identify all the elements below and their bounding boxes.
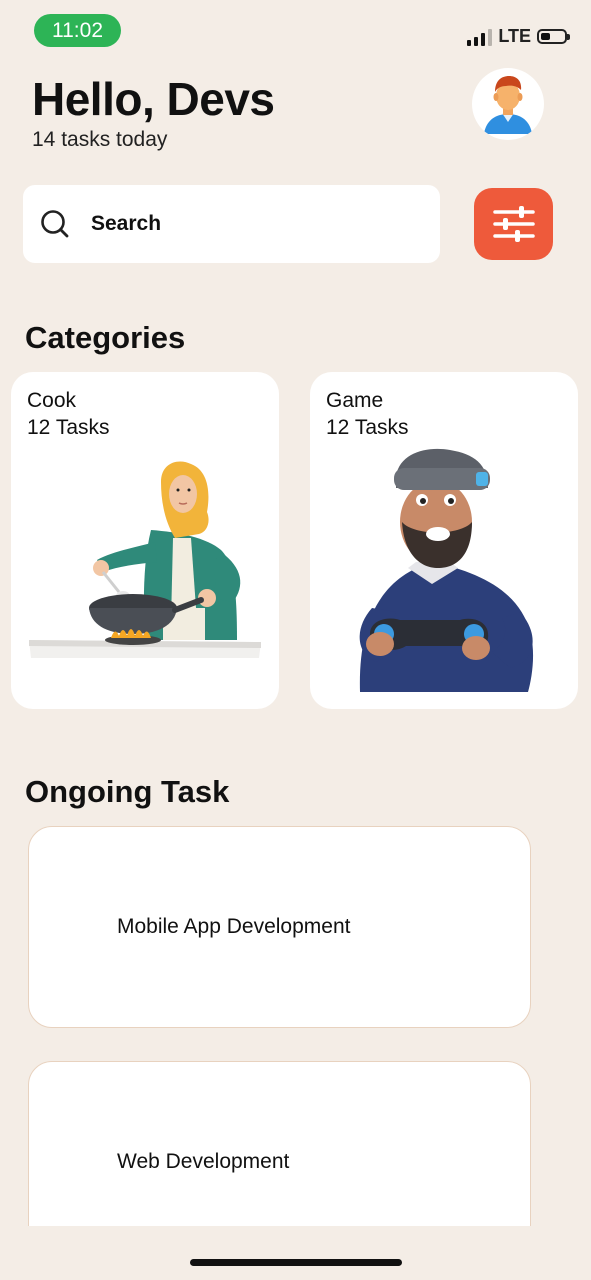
home-indicator[interactable] [190,1259,402,1266]
sliders-icon [492,206,535,242]
avatar[interactable] [472,68,544,140]
category-card-cook[interactable]: Cook 12 Tasks [11,372,279,709]
page-title: Hello, Devs [32,73,275,125]
ongoing-task-heading: Ongoing Task [25,774,230,809]
task-label: Web Development [117,1150,290,1173]
user-avatar-icon [484,76,532,134]
filter-button[interactable] [474,188,553,260]
status-time: 11:02 [34,14,121,47]
tasks-today-count: 14 tasks today [32,128,168,151]
task-card[interactable]: Mobile App Development [28,826,531,1028]
bottom-safe-area [0,1226,591,1280]
search-input[interactable] [89,211,393,237]
network-type: LTE [498,26,531,46]
signal-icon [467,28,493,46]
category-card-game[interactable]: Game 12 Tasks [310,372,578,709]
status-indicators: LTE [467,26,570,47]
category-name: Game [326,389,384,412]
categories-heading: Categories [25,320,186,355]
search-icon [41,210,69,238]
category-task-count: 12 Tasks [27,416,110,439]
category-task-count: 12 Tasks [326,416,409,439]
category-name: Cook [27,389,77,412]
task-label: Mobile App Development [117,915,351,938]
battery-icon [537,29,570,44]
search-bar[interactable] [23,185,440,263]
